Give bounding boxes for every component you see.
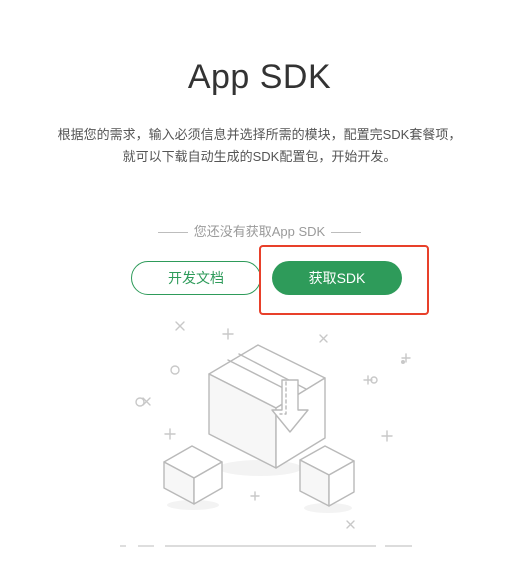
box-download-illustration [135,321,411,529]
main-box-icon [208,344,326,469]
bottom-divider [120,545,412,547]
page-title: App SDK [187,58,332,96]
get-sdk-button[interactable]: 获取SDK [272,261,402,295]
divider-right [331,232,362,234]
sdk-status: 您还没有获取App SDK [0,221,519,240]
small-box-left-icon [163,445,223,505]
divider-left [157,232,188,234]
small-box-right-icon [299,445,355,507]
page-description: 根据您的需求，输入必须信息并选择所需的模块，配置完SDK套餐项， 就可以下载自动… [20,124,499,168]
sdk-status-text: 您还没有获取App SDK [193,224,326,239]
dev-docs-button[interactable]: 开发文档 [131,261,261,295]
app-sdk-page: App SDK 根据您的需求，输入必须信息并选择所需的模块，配置完SDK套餐项，… [0,0,519,585]
description-line-2: 就可以下载自动生成的SDK配置包，开始开发。 [122,149,397,164]
box-shadow [218,460,302,476]
description-line-1: 根据您的需求，输入必须信息并选择所需的模块，配置完SDK套餐项， [57,127,462,142]
